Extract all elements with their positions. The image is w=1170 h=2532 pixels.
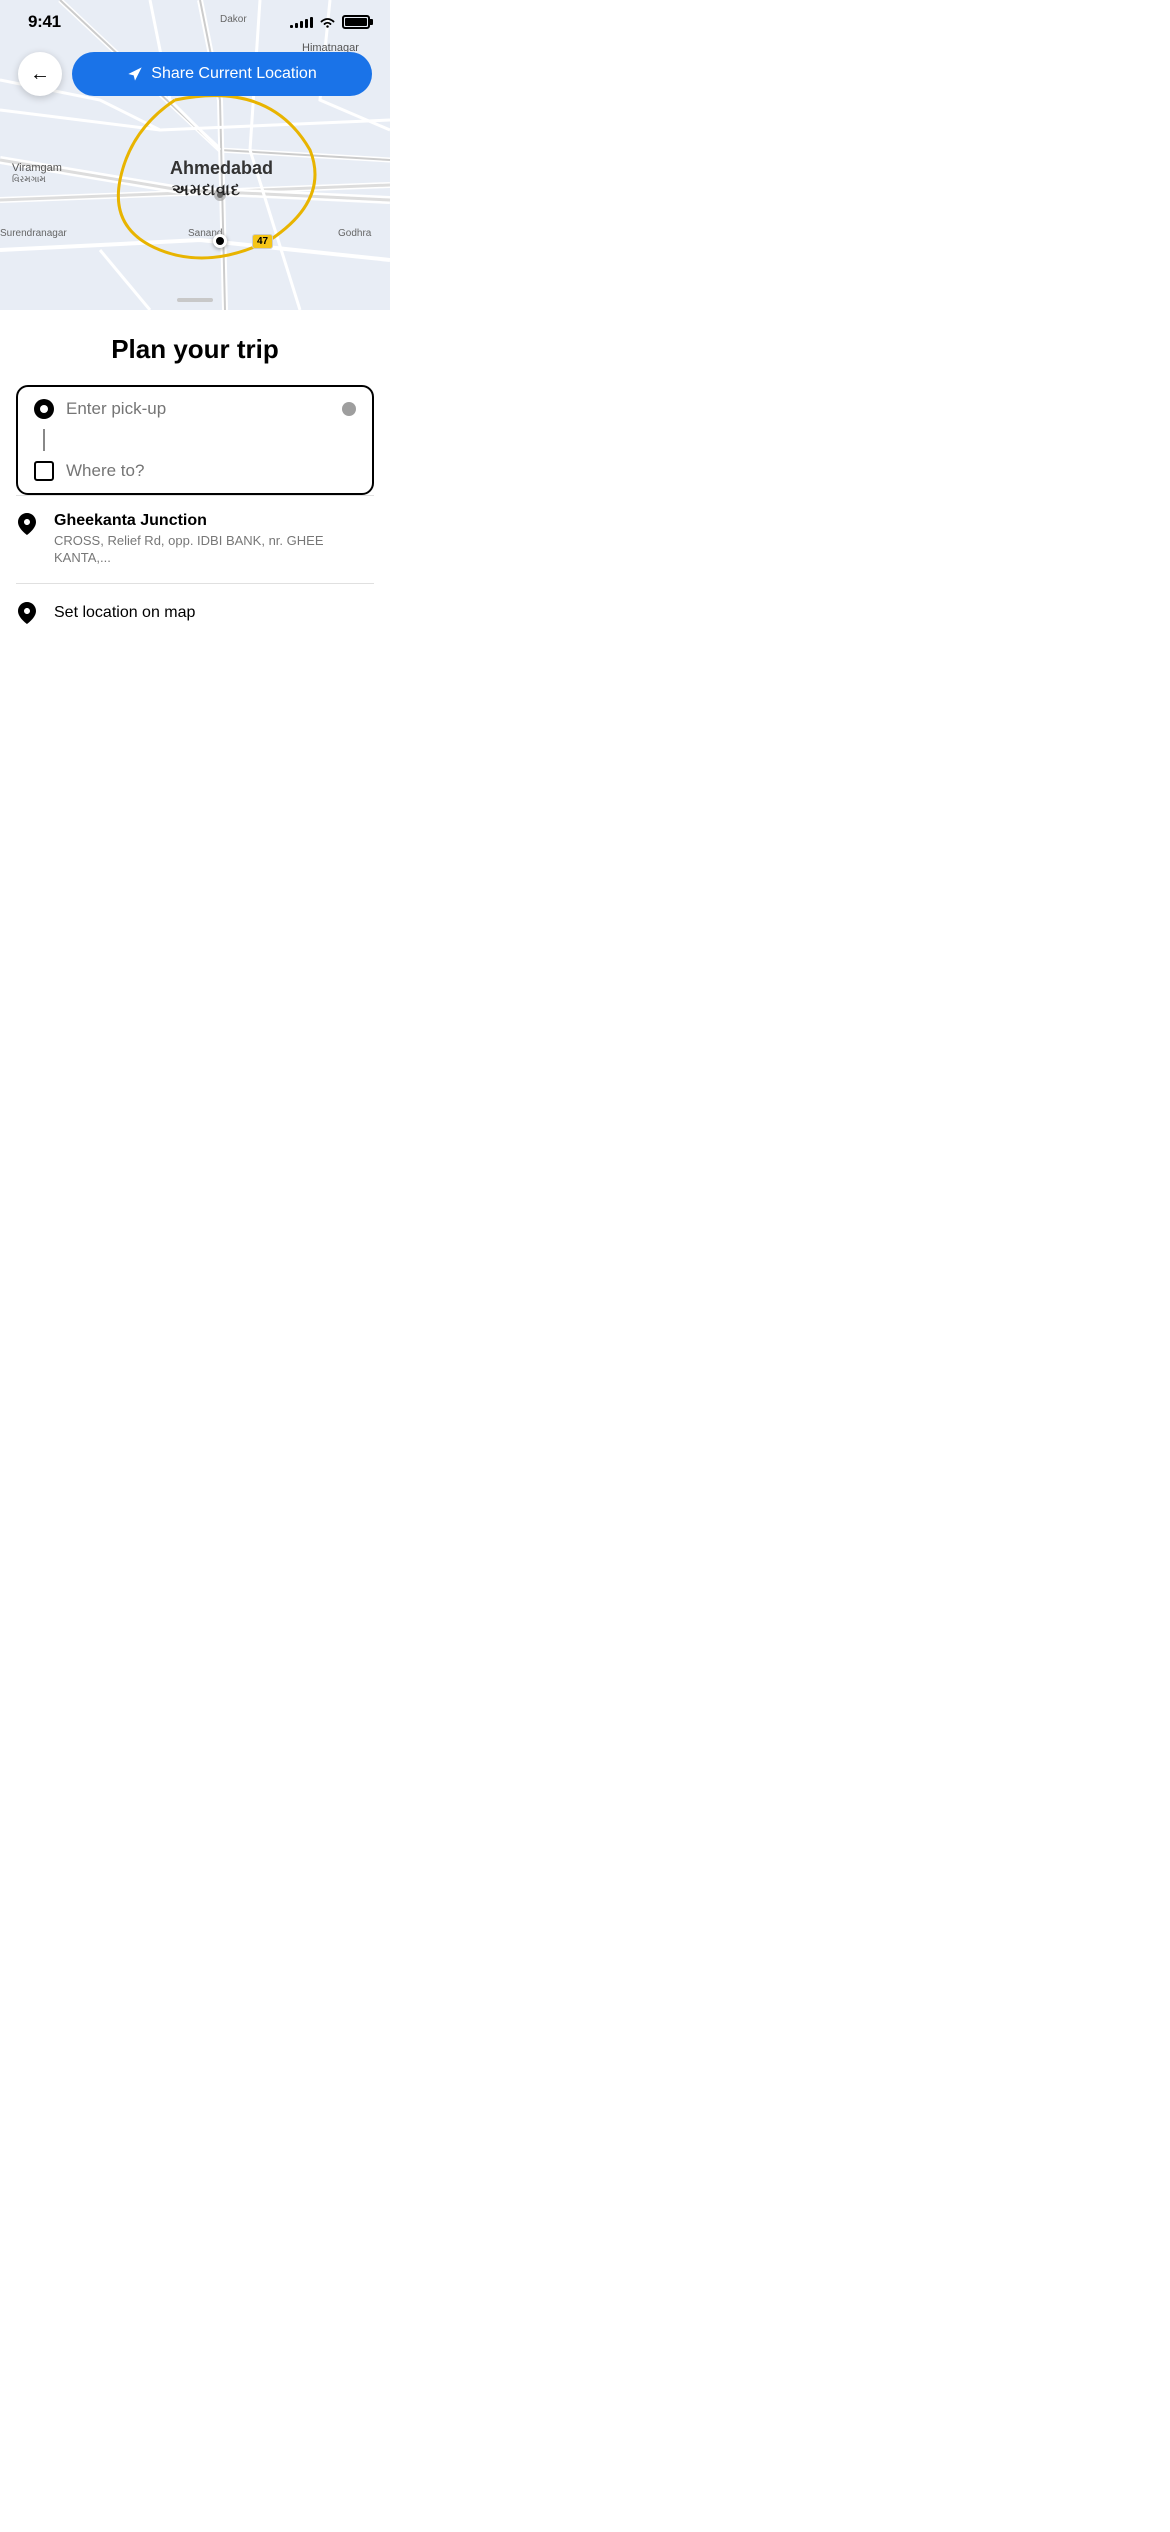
trip-input-container xyxy=(16,385,374,495)
pickup-dot xyxy=(342,402,356,416)
route-line xyxy=(34,429,356,461)
map-container: Mehsana મહેસાણ Himatnagar હિમતનગર Viramg… xyxy=(0,0,390,310)
back-arrow-icon: ← xyxy=(30,64,50,84)
map-label-surendranagar: Surendranagar xyxy=(0,228,67,239)
battery-icon xyxy=(342,15,370,29)
bottom-sheet: Plan your trip Gheekanta Ju xyxy=(0,310,390,844)
back-button[interactable]: ← xyxy=(18,52,62,96)
set-location-label: Set location on map xyxy=(54,604,195,622)
status-time: 9:41 xyxy=(28,12,61,32)
map-label-godhra: Godhra xyxy=(338,228,371,239)
map-label-ahmedabad: Ahmedabad xyxy=(170,158,273,179)
pickup-icon xyxy=(34,399,54,419)
map-center-marker xyxy=(213,234,227,248)
share-location-label: Share Current Location xyxy=(151,65,316,83)
suggestion-subtitle: CROSS, Relief Rd, opp. IDBI BANK, nr. GH… xyxy=(54,533,374,567)
destination-row xyxy=(34,461,356,481)
status-bar: 9:41 xyxy=(0,0,390,44)
location-pin-icon xyxy=(16,513,38,535)
road-badge-47: 47 xyxy=(252,234,273,249)
signal-icon xyxy=(290,16,313,28)
pickup-row xyxy=(34,399,356,429)
wifi-icon xyxy=(319,16,336,29)
page-title: Plan your trip xyxy=(0,310,390,385)
suggestion-title: Gheekanta Junction xyxy=(54,512,374,530)
destination-input[interactable] xyxy=(66,461,356,481)
set-location-item[interactable]: Set location on map xyxy=(0,584,390,642)
pickup-input[interactable] xyxy=(66,399,330,419)
map-label-viramgam: Viramgam વિરમગામ xyxy=(12,162,62,185)
share-location-button[interactable]: Share Current Location xyxy=(72,52,372,96)
suggestion-gheekanta[interactable]: Gheekanta Junction CROSS, Relief Rd, opp… xyxy=(0,496,390,583)
suggestion-text: Gheekanta Junction CROSS, Relief Rd, opp… xyxy=(54,512,374,567)
sheet-handle xyxy=(177,298,213,302)
map-label-ahmedabad-guj: અમદાવાદ xyxy=(172,182,241,200)
navigation-icon xyxy=(127,66,143,82)
status-icons xyxy=(290,15,370,29)
map-pin-icon xyxy=(16,602,38,624)
destination-icon xyxy=(34,461,54,481)
